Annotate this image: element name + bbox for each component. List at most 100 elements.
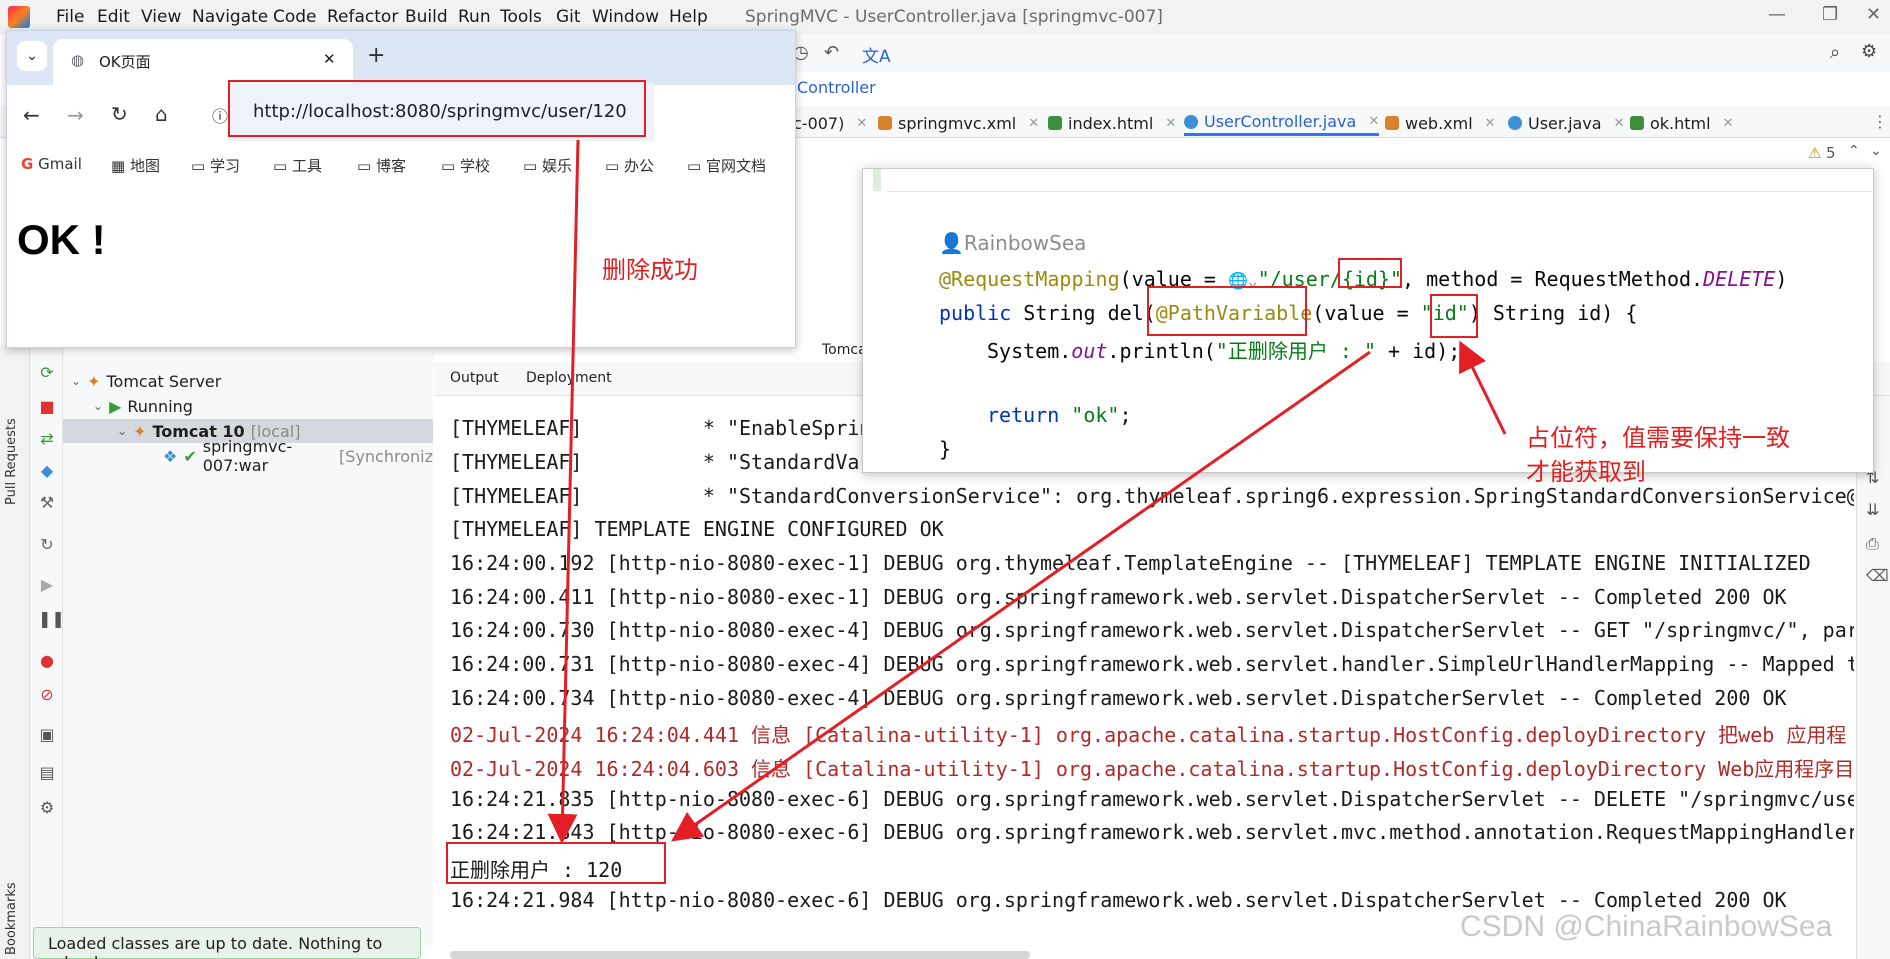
xml-file-icon bbox=[878, 116, 892, 130]
browser-tab[interactable]: ◍ OK页面 ✕ bbox=[53, 39, 353, 85]
artifact-icon[interactable]: ◆ bbox=[38, 463, 56, 479]
bookmark-folder-study[interactable]: ▭ 学习 bbox=[191, 155, 240, 176]
close-icon[interactable]: ✕ bbox=[323, 50, 336, 68]
tab-label: web.xml bbox=[1405, 113, 1473, 133]
close-icon[interactable]: ✕ bbox=[1614, 116, 1625, 131]
refresh-icon[interactable]: ↻ bbox=[38, 537, 56, 553]
layout-icon[interactable]: ▤ bbox=[38, 765, 56, 781]
horizontal-scrollbar[interactable] bbox=[450, 951, 1030, 959]
bookmark-folder-tools[interactable]: ▭ 工具 bbox=[273, 155, 322, 176]
menu-run[interactable]: Run bbox=[458, 7, 491, 27]
rerun-icon[interactable]: ⟳ bbox=[38, 365, 56, 381]
pull-requests-tab[interactable]: Pull Requests bbox=[4, 395, 24, 505]
tree-item-artifact[interactable]: ❖ ✔ springmvc-007:war [Synchroniz bbox=[163, 437, 433, 475]
search-icon[interactable]: ⌕ bbox=[1830, 42, 1840, 63]
deploy-icon[interactable]: ⇄ bbox=[38, 431, 56, 447]
bookmark-folder-docs[interactable]: ▭ 官网文档 bbox=[687, 155, 766, 176]
chevron-down-icon[interactable]: ⌄ bbox=[93, 399, 103, 413]
status-notification[interactable]: Loaded classes are up to date. Nothing t… bbox=[33, 927, 421, 959]
menu-git[interactable]: Git bbox=[556, 7, 581, 27]
bookmark-label: 办公 bbox=[623, 157, 654, 175]
menu-window[interactable]: Window bbox=[592, 7, 659, 27]
folder-icon: ▭ bbox=[441, 157, 456, 175]
breakpoints-icon[interactable]: ● bbox=[38, 653, 56, 669]
tab-label: ok.html bbox=[1650, 113, 1711, 133]
code-token: , method = RequestMethod. bbox=[1402, 267, 1704, 291]
close-icon[interactable]: ✕ bbox=[1723, 116, 1734, 131]
menu-build[interactable]: Build bbox=[405, 7, 448, 27]
tree-item-tomcat-server[interactable]: ⌄ ✦ Tomcat Server bbox=[71, 369, 221, 393]
bookmark-folder-office[interactable]: ▭ 办公 bbox=[605, 155, 654, 176]
warning-icon[interactable]: ⚠ bbox=[1808, 144, 1821, 162]
menu-file[interactable]: File bbox=[56, 7, 84, 27]
tab-usercontroller-java[interactable]: UserController.java ✕ bbox=[1184, 110, 1380, 136]
code-line-3: System.out.println("正删除用户 : " + id); bbox=[987, 335, 1460, 364]
code-line-5: } bbox=[939, 437, 952, 461]
settings-icon[interactable]: ⚙ bbox=[38, 800, 56, 816]
menu-edit[interactable]: Edit bbox=[97, 7, 130, 27]
chevron-down-icon[interactable]: ⌄ bbox=[1870, 143, 1882, 159]
tab-deployment[interactable]: Deployment bbox=[526, 370, 612, 386]
bookmark-folder-blog[interactable]: ▭ 博客 bbox=[357, 155, 406, 176]
bookmark-label: 学习 bbox=[209, 157, 240, 175]
wrench-icon[interactable]: ⚒ bbox=[38, 495, 56, 511]
menu-tools[interactable]: Tools bbox=[500, 7, 542, 27]
annotation-box-pathvariable bbox=[1147, 286, 1307, 336]
annotation-placeholder-note-1: 占位符，值需要保持一致 bbox=[1526, 424, 1790, 452]
translate-icon[interactable]: 文A bbox=[862, 42, 891, 67]
tab-springmvc-007[interactable]: c-007) ✕ bbox=[793, 110, 867, 136]
bookmarks-tab[interactable]: Bookmarks bbox=[4, 865, 24, 955]
clear-icon[interactable]: ⌫ bbox=[1866, 566, 1889, 585]
tab-index-html[interactable]: index.html ✕ bbox=[1048, 110, 1176, 136]
undo-icon[interactable]: ↶ bbox=[824, 42, 839, 63]
close-icon[interactable]: ✕ bbox=[1368, 114, 1379, 129]
bookmark-folder-school[interactable]: ▭ 学校 bbox=[441, 155, 490, 176]
bookmark-gmail[interactable]: G Gmail bbox=[21, 155, 82, 173]
back-icon[interactable]: ← bbox=[23, 103, 40, 127]
menu-help[interactable]: Help bbox=[669, 7, 708, 27]
menu-refactor[interactable]: Refactor bbox=[327, 7, 398, 27]
gear-icon[interactable]: ⚙ bbox=[1861, 41, 1877, 62]
minimize-icon[interactable]: — bbox=[1768, 4, 1786, 25]
close-icon[interactable]: ✕ bbox=[1028, 116, 1039, 131]
close-icon[interactable]: ✕ bbox=[1866, 4, 1881, 25]
tab-web-xml[interactable]: web.xml ✕ bbox=[1385, 110, 1496, 136]
chevron-down-icon[interactable]: ⌄ bbox=[117, 424, 127, 438]
console-line: 16:24:00.411 [http-nio-8080-exec-1] DEBU… bbox=[450, 585, 1787, 609]
reload-icon[interactable]: ↻ bbox=[111, 102, 128, 126]
menu-code[interactable]: Code bbox=[273, 7, 317, 27]
tree-item-running[interactable]: ⌄ ▶ Running bbox=[93, 394, 193, 418]
menu-view[interactable]: View bbox=[141, 7, 181, 27]
chevron-up-icon[interactable]: ⌃ bbox=[1848, 143, 1860, 159]
tab-ok-html[interactable]: ok.html ✕ bbox=[1630, 110, 1734, 136]
forward-icon[interactable]: → bbox=[67, 103, 84, 127]
menu-navigate[interactable]: Navigate bbox=[192, 7, 268, 27]
camera-icon[interactable]: ▣ bbox=[38, 727, 56, 743]
artifact-icon: ❖ bbox=[163, 446, 178, 466]
print-icon[interactable]: ⎙ bbox=[1866, 534, 1879, 554]
home-icon[interactable]: ⌂ bbox=[155, 102, 168, 126]
site-info-icon[interactable]: ⓘ bbox=[212, 103, 228, 127]
scroll-to-end-icon[interactable]: ⇊ bbox=[1866, 500, 1879, 519]
tab-user-java[interactable]: User.java ✕ bbox=[1508, 110, 1625, 136]
pause-icon[interactable]: ❚❚ bbox=[38, 611, 65, 627]
breadcrumb-item[interactable]: Controller bbox=[797, 78, 876, 97]
tab-search-icon[interactable]: ⌄ bbox=[17, 41, 47, 71]
mute-breakpoints-icon[interactable]: ⊘ bbox=[38, 687, 56, 703]
annotation-delete-success: 删除成功 bbox=[602, 256, 698, 284]
close-icon[interactable]: ✕ bbox=[856, 116, 867, 131]
restore-icon[interactable]: ❐ bbox=[1822, 4, 1838, 25]
more-tabs-icon[interactable]: ⋮ bbox=[1872, 112, 1888, 131]
close-icon[interactable]: ✕ bbox=[1165, 116, 1176, 131]
tab-springmvc-xml[interactable]: springmvc.xml ✕ bbox=[878, 110, 1039, 136]
new-tab-icon[interactable]: + bbox=[367, 43, 385, 68]
bookmark-map[interactable]: ▦ 地图 bbox=[111, 155, 160, 176]
bookmark-folder-fun[interactable]: ▭ 娱乐 bbox=[523, 155, 572, 176]
ide-toolbar: ◷ ↶ 文A ⌕ ⚙ bbox=[790, 34, 1890, 72]
xml-file-icon bbox=[1385, 116, 1399, 130]
resume-icon[interactable]: ▶ bbox=[38, 577, 56, 593]
stop-icon[interactable]: ■ bbox=[38, 399, 56, 415]
close-icon[interactable]: ✕ bbox=[1485, 116, 1496, 131]
chevron-down-icon[interactable]: ⌄ bbox=[71, 374, 81, 388]
tab-output[interactable]: Output bbox=[450, 370, 499, 386]
